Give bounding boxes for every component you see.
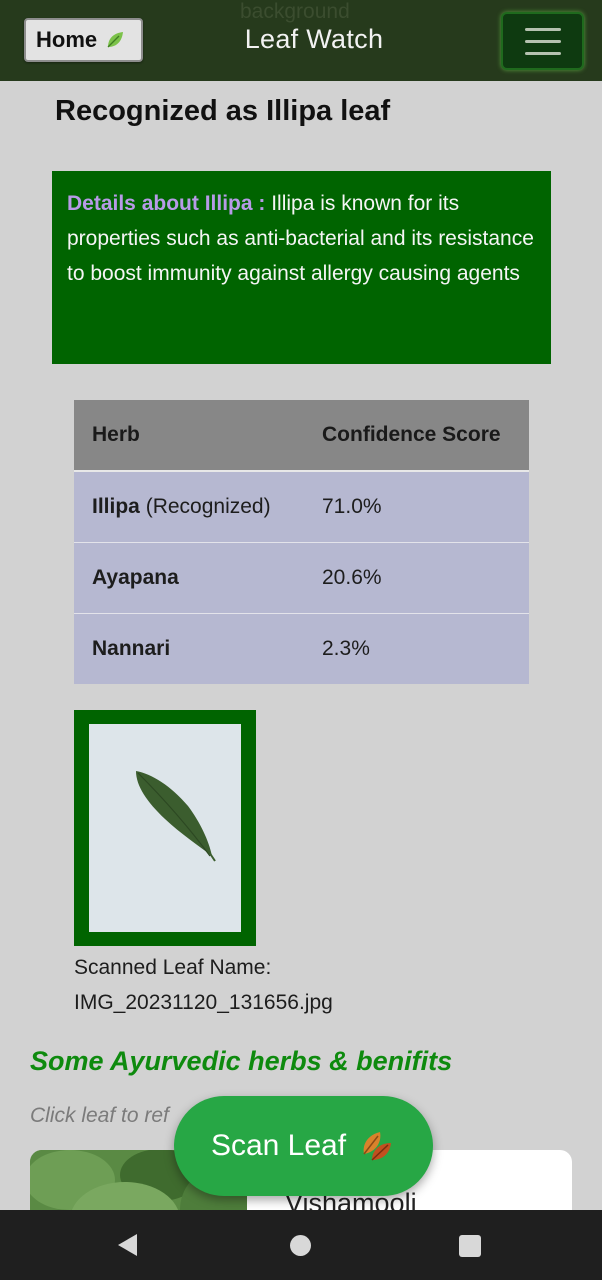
- scan-leaf-button[interactable]: Scan Leaf: [174, 1096, 433, 1196]
- menu-bar: [524, 27, 561, 31]
- herb-suffix: (Recognized): [145, 494, 271, 518]
- herb-cell: Ayapana: [74, 542, 304, 614]
- table-header-row: Herb Confidence Score: [74, 400, 529, 472]
- herb-name: Nannari: [92, 636, 171, 660]
- details-panel: Details about Illipa : Illipa is known f…: [52, 171, 551, 364]
- herb-cell: Nannari: [74, 613, 304, 684]
- app-header: background Home Leaf Watch: [0, 0, 602, 81]
- scan-file-name: IMG_20231120_131656.jpg: [74, 991, 333, 1014]
- scan-caption: Scanned Leaf Name: IMG_20231120_131656.j…: [74, 950, 333, 1020]
- back-icon[interactable]: [118, 1234, 137, 1256]
- details-label: Details about Illipa :: [67, 192, 266, 215]
- scan-caption-label: Scanned Leaf Name:: [74, 956, 272, 979]
- menu-bar: [524, 39, 561, 43]
- scanned-leaf-image: [89, 724, 241, 932]
- home-circle-icon[interactable]: [290, 1235, 311, 1256]
- herb-name: Illipa: [92, 494, 140, 518]
- ayurvedic-heading: Some Ayurvedic herbs & benifits: [30, 1046, 453, 1076]
- system-navigation-bar: [0, 1210, 602, 1280]
- hamburger-menu-icon[interactable]: [501, 12, 584, 70]
- recents-icon[interactable]: [459, 1235, 481, 1257]
- score-cell: 71.0%: [304, 471, 529, 543]
- score-cell: 20.6%: [304, 542, 529, 614]
- herb-cell: Illipa (Recognized): [74, 471, 304, 543]
- column-header-herb: Herb: [74, 400, 304, 472]
- confidence-table: Herb Confidence Score Illipa (Recognized…: [74, 400, 529, 684]
- score-cell: 2.3%: [304, 613, 529, 684]
- click-hint: Click leaf to ref: [30, 1104, 169, 1127]
- herb-name: Ayapana: [92, 565, 179, 589]
- autumn-leaves-icon: [356, 1126, 396, 1166]
- table-row: Nannari 2.3%: [74, 613, 529, 684]
- column-header-score: Confidence Score: [304, 400, 529, 472]
- background-label: background: [240, 0, 350, 23]
- menu-bar: [524, 51, 561, 55]
- page-title: Recognized as Illipa leaf: [55, 95, 391, 127]
- scan-leaf-label: Scan Leaf: [210, 1129, 347, 1162]
- table-row: Illipa (Recognized) 71.0%: [74, 471, 529, 543]
- table-row: Ayapana 20.6%: [74, 542, 529, 614]
